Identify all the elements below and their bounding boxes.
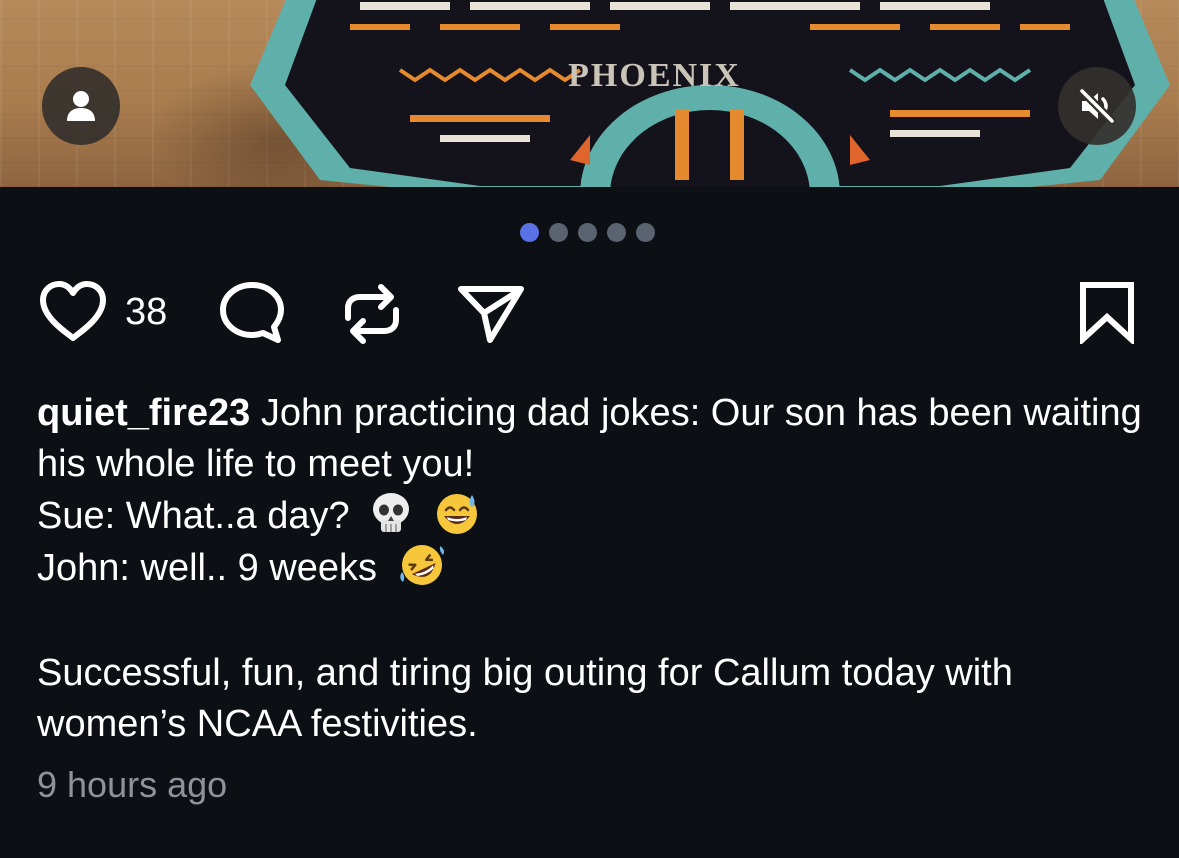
carousel-dot[interactable] xyxy=(520,223,539,242)
carousel-indicator xyxy=(520,223,655,242)
logo-city-text: PHOENIX xyxy=(568,57,741,94)
like-group: 38 xyxy=(37,280,167,344)
mute-toggle-button[interactable] xyxy=(1058,67,1136,145)
carousel-dot[interactable] xyxy=(578,223,597,242)
post-timestamp: 9 hours ago xyxy=(37,764,228,805)
skull-emoji xyxy=(373,493,410,532)
share-button[interactable] xyxy=(456,280,526,346)
comment-button[interactable] xyxy=(218,280,286,346)
caption-text: Sue: What..a day? xyxy=(37,495,350,537)
caption-line-1: quiet_fire23 John practicing dad jokes: … xyxy=(37,388,1147,490)
send-icon xyxy=(458,286,524,343)
tagged-people-button[interactable] xyxy=(42,67,120,145)
carousel-dot[interactable] xyxy=(636,223,655,242)
caption-line-2: Sue: What..a day? xyxy=(37,490,1147,542)
caption-line-4: Successful, fun, and tiring big outing f… xyxy=(37,648,1147,750)
username-link[interactable]: quiet_fire23 xyxy=(37,392,250,434)
bookmark-icon xyxy=(1080,282,1134,344)
like-count[interactable]: 38 xyxy=(125,293,167,331)
rolling-laughing-emoji xyxy=(399,545,444,585)
caption-text: John: well.. 9 weeks xyxy=(37,547,378,589)
action-bar: 38 xyxy=(0,280,1179,348)
heart-icon[interactable] xyxy=(37,280,109,344)
post-view: PHOENIX 38 quiet_fire23 John practicing … xyxy=(0,0,1179,858)
carousel-dot[interactable] xyxy=(607,223,626,242)
caption-line-3: John: well.. 9 weeks xyxy=(37,542,1147,594)
grinning-sweat-emoji xyxy=(436,494,477,534)
comment-bubble-icon xyxy=(220,282,284,343)
repost-button[interactable] xyxy=(340,280,404,348)
save-button[interactable] xyxy=(1078,280,1136,344)
person-icon xyxy=(67,91,95,121)
carousel-dot[interactable] xyxy=(549,223,568,242)
speaker-muted-icon xyxy=(1078,87,1116,125)
post-media[interactable]: PHOENIX xyxy=(0,0,1179,187)
caption-text: Successful, fun, and tiring big outing f… xyxy=(37,652,1013,745)
post-caption: quiet_fire23 John practicing dad jokes: … xyxy=(37,388,1147,750)
repost-icon xyxy=(345,284,399,344)
